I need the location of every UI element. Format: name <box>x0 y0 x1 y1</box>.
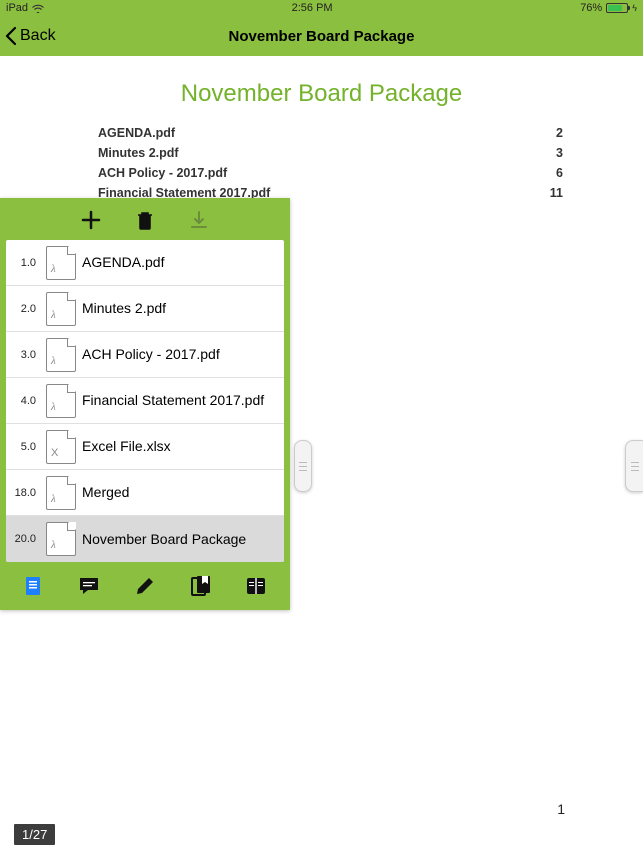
file-number: 4.0 <box>6 395 40 407</box>
file-row[interactable]: 1.0 λAGENDA.pdf <box>6 240 284 286</box>
toc-row[interactable]: AGENDA.pdf 2 <box>98 126 563 140</box>
clock: 2:56 PM <box>292 2 333 14</box>
toc-name: Minutes 2.pdf <box>98 146 179 160</box>
file-list: 1.0λAGENDA.pdf2.0λMinutes 2.pdf3.0λACH P… <box>6 240 284 562</box>
page-title: November Board Package <box>229 28 415 45</box>
add-button[interactable] <box>80 209 102 231</box>
tab-pages[interactable] <box>244 574 268 598</box>
tab-comments[interactable] <box>77 574 101 598</box>
tab-edit[interactable] <box>133 574 157 598</box>
toc-page: 3 <box>556 146 563 160</box>
toc-page: 6 <box>556 166 563 180</box>
pdf-file-icon: λ <box>46 384 76 418</box>
panel-resize-handle-right[interactable] <box>625 440 643 492</box>
document-title: November Board Package <box>0 80 643 108</box>
file-number: 1.0 <box>6 257 40 269</box>
wifi-icon <box>32 4 44 13</box>
file-name: Merged <box>82 480 284 505</box>
file-name: Financial Statement 2017.pdf <box>82 388 284 413</box>
toc-row[interactable]: ACH Policy - 2017.pdf 6 <box>98 166 563 180</box>
file-row[interactable]: 20.0 λNovember Board Package <box>6 516 284 562</box>
toc-page: 11 <box>550 186 563 200</box>
panel-bottom-tabs <box>6 562 284 604</box>
page-indicator: 1/27 <box>14 824 55 845</box>
panel-toolbar <box>6 204 284 236</box>
file-number: 2.0 <box>6 303 40 315</box>
back-label: Back <box>20 27 56 45</box>
toc-row[interactable]: Minutes 2.pdf 3 <box>98 146 563 160</box>
pdf-file-icon: λ <box>46 476 76 510</box>
toc-name: AGENDA.pdf <box>98 126 175 140</box>
battery-percent: 76% <box>580 2 602 14</box>
file-row[interactable]: 18.0 λMerged <box>6 470 284 516</box>
file-name: November Board Package <box>82 527 284 552</box>
back-button[interactable]: Back <box>4 16 56 56</box>
pdf-file-icon: λ <box>46 292 76 326</box>
file-row[interactable]: 2.0 λMinutes 2.pdf <box>6 286 284 332</box>
chevron-left-icon <box>4 26 18 46</box>
file-row[interactable]: 4.0 λFinancial Statement 2017.pdf <box>6 378 284 424</box>
device-label: iPad <box>6 2 28 14</box>
file-row[interactable]: 3.0 λACH Policy - 2017.pdf <box>6 332 284 378</box>
battery-icon <box>606 3 628 13</box>
file-number: 20.0 <box>6 533 40 545</box>
delete-button[interactable] <box>134 209 156 231</box>
excel-file-icon: X <box>46 430 76 464</box>
table-of-contents: AGENDA.pdf 2 Minutes 2.pdf 3 ACH Policy - 20… <box>0 126 643 200</box>
charging-icon: ϟ <box>632 3 637 13</box>
panel-resize-handle-left[interactable] <box>294 440 312 492</box>
tab-bookmarks[interactable] <box>189 574 213 598</box>
status-bar: iPad 2:56 PM 76% ϟ <box>0 0 643 16</box>
file-number: 18.0 <box>6 487 40 499</box>
file-name: Excel File.xlsx <box>82 434 284 459</box>
toc-page: 2 <box>556 126 563 140</box>
pdf-file-icon: λ <box>46 338 76 372</box>
pdf-file-icon: λ <box>46 522 76 556</box>
file-number: 3.0 <box>6 349 40 361</box>
file-name: ACH Policy - 2017.pdf <box>82 342 284 367</box>
navigation-bar: Back November Board Package <box>0 16 643 56</box>
file-panel: 1.0λAGENDA.pdf2.0λMinutes 2.pdf3.0λACH P… <box>0 198 290 610</box>
toc-name: ACH Policy - 2017.pdf <box>98 166 227 180</box>
file-row[interactable]: 5.0 XExcel File.xlsx <box>6 424 284 470</box>
tab-files[interactable] <box>22 574 46 598</box>
file-number: 5.0 <box>6 441 40 453</box>
file-name: Minutes 2.pdf <box>82 296 284 321</box>
document-page-number: 1 <box>557 801 565 817</box>
download-button[interactable] <box>188 209 210 231</box>
pdf-file-icon: λ <box>46 246 76 280</box>
file-name: AGENDA.pdf <box>82 250 284 275</box>
